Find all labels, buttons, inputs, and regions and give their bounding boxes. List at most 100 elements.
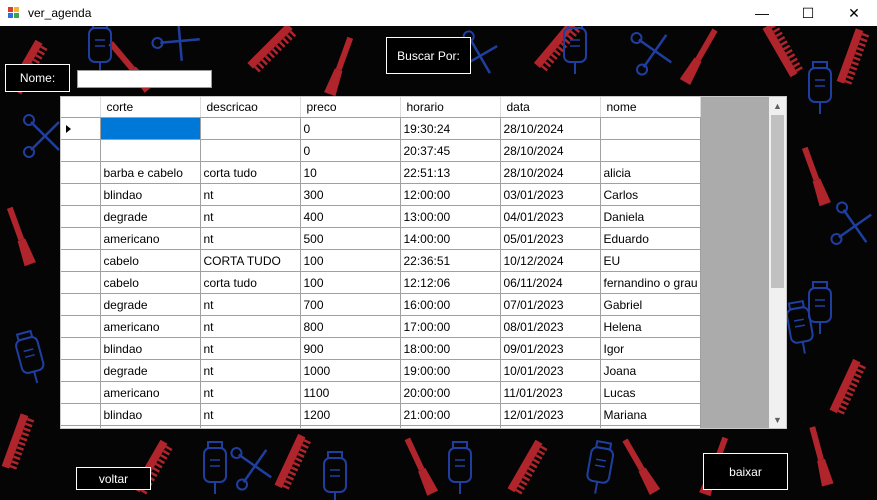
cell-nome[interactable]: fernandino o grau	[600, 271, 701, 294]
cell-horario[interactable]: 22:36:51	[400, 249, 501, 272]
cell-preco[interactable]: 1000	[300, 359, 401, 382]
cell-horario[interactable]: 16:00:00	[400, 293, 501, 316]
cell-data[interactable]: 08/01/2023	[500, 315, 601, 338]
scroll-down-icon[interactable]: ▼	[769, 411, 786, 428]
cell-descricao[interactable]: nt	[200, 359, 301, 382]
row-header[interactable]	[61, 161, 101, 184]
cell-horario[interactable]: 17:00:00	[400, 315, 501, 338]
cell-corte[interactable]: degrade	[100, 359, 201, 382]
cell-data[interactable]: 12/01/2023	[500, 403, 601, 426]
cell-horario[interactable]: 22:51:13	[400, 161, 501, 184]
cell-corte[interactable]: degrade	[100, 205, 201, 228]
cell-nome[interactable]: Igor	[600, 337, 701, 360]
cell-preco[interactable]: 10	[300, 161, 401, 184]
cell-corte[interactable]: blindao	[100, 403, 201, 426]
minimize-button[interactable]: —	[739, 0, 785, 26]
back-button[interactable]: voltar	[76, 467, 151, 490]
cell-preco[interactable]: 900	[300, 337, 401, 360]
table-row[interactable]: blindao nt 300 12:00:00 03/01/2023 Carlos	[61, 183, 701, 206]
cell-data[interactable]: 10/12/2024	[500, 249, 601, 272]
cell-data[interactable]: 06/11/2024	[500, 271, 601, 294]
cell-data[interactable]: 10/01/2023	[500, 359, 601, 382]
table-row[interactable]	[61, 425, 701, 428]
cell-corte[interactable]: americano	[100, 381, 201, 404]
cell-data[interactable]: 11/01/2023	[500, 381, 601, 404]
appointments-grid[interactable]: corte descricao preco horario data nome …	[60, 96, 787, 429]
cell-nome[interactable]: Gabriel	[600, 293, 701, 316]
cell-preco[interactable]: 400	[300, 205, 401, 228]
vertical-scrollbar[interactable]: ▲ ▼	[769, 97, 786, 428]
table-row[interactable]: degrade nt 1000 19:00:00 10/01/2023 Joana	[61, 359, 701, 382]
row-header[interactable]	[61, 403, 101, 426]
row-header[interactable]	[61, 315, 101, 338]
maximize-button[interactable]: ☐	[785, 0, 831, 26]
column-header-nome[interactable]: nome	[600, 97, 701, 118]
cell-horario[interactable]	[400, 425, 501, 428]
cell-descricao[interactable]: nt	[200, 183, 301, 206]
table-row[interactable]: degrade nt 700 16:00:00 07/01/2023 Gabriel	[61, 293, 701, 316]
cell-descricao[interactable]: nt	[200, 403, 301, 426]
column-header-descricao[interactable]: descricao	[200, 97, 301, 118]
cell-corte[interactable]	[100, 425, 201, 428]
cell-descricao[interactable]: corta tudo	[200, 161, 301, 184]
cell-preco[interactable]	[300, 425, 401, 428]
row-header[interactable]	[61, 205, 101, 228]
cell-nome[interactable]: EU	[600, 249, 701, 272]
table-row[interactable]: barba e cabelo corta tudo 10 22:51:13 28/10/…	[61, 161, 701, 184]
cell-data[interactable]: 28/10/2024	[500, 117, 601, 140]
cell-descricao[interactable]: nt	[200, 227, 301, 250]
cell-descricao[interactable]: nt	[200, 337, 301, 360]
cell-nome[interactable]	[600, 117, 701, 140]
cell-preco[interactable]: 500	[300, 227, 401, 250]
row-header[interactable]	[61, 183, 101, 206]
cell-nome[interactable]: Joana	[600, 359, 701, 382]
cell-data[interactable]: 28/10/2024	[500, 139, 601, 162]
column-header-data[interactable]: data	[500, 97, 601, 118]
row-header[interactable]	[61, 293, 101, 316]
cell-preco[interactable]: 700	[300, 293, 401, 316]
table-row[interactable]: degrade nt 400 13:00:00 04/01/2023 Daniela	[61, 205, 701, 228]
cell-nome[interactable]: Lucas	[600, 381, 701, 404]
cell-nome[interactable]	[600, 425, 701, 428]
cell-descricao[interactable]: nt	[200, 381, 301, 404]
cell-preco[interactable]: 0	[300, 139, 401, 162]
cell-corte[interactable]: barba e cabelo	[100, 161, 201, 184]
cell-descricao[interactable]: CORTA TUDO	[200, 249, 301, 272]
cell-nome[interactable]: Eduardo	[600, 227, 701, 250]
cell-data[interactable]	[500, 425, 601, 428]
cell-horario[interactable]: 20:37:45	[400, 139, 501, 162]
cell-horario[interactable]: 18:00:00	[400, 337, 501, 360]
cell-data[interactable]: 28/10/2024	[500, 161, 601, 184]
table-row[interactable]: americano nt 800 17:00:00 08/01/2023 Helena	[61, 315, 701, 338]
cell-corte[interactable]	[100, 139, 201, 162]
table-row[interactable]: blindao nt 900 18:00:00 09/01/2023 Igor	[61, 337, 701, 360]
table-row[interactable]: americano nt 1100 20:00:00 11/01/2023 Lucas	[61, 381, 701, 404]
cell-data[interactable]: 07/01/2023	[500, 293, 601, 316]
cell-preco[interactable]: 0	[300, 117, 401, 140]
table-row[interactable]: blindao nt 1200 21:00:00 12/01/2023 Mariana	[61, 403, 701, 426]
cell-horario[interactable]: 19:30:24	[400, 117, 501, 140]
close-button[interactable]: ✕	[831, 0, 877, 26]
cell-descricao[interactable]: nt	[200, 293, 301, 316]
cell-preco[interactable]: 300	[300, 183, 401, 206]
cell-descricao[interactable]: corta tudo	[200, 271, 301, 294]
cell-preco[interactable]: 100	[300, 249, 401, 272]
table-row[interactable]: cabelo corta tudo 100 12:12:06 06/11/2024 fer…	[61, 271, 701, 294]
cell-nome[interactable]: Mariana	[600, 403, 701, 426]
cell-nome[interactable]: alicia	[600, 161, 701, 184]
cell-data[interactable]: 03/01/2023	[500, 183, 601, 206]
column-header-preco[interactable]: preco	[300, 97, 401, 118]
cell-descricao[interactable]	[200, 117, 301, 140]
row-header[interactable]	[61, 381, 101, 404]
cell-data[interactable]: 09/01/2023	[500, 337, 601, 360]
cell-descricao[interactable]: nt	[200, 205, 301, 228]
cell-corte[interactable]: cabelo	[100, 249, 201, 272]
row-header[interactable]	[61, 425, 101, 428]
column-header-horario[interactable]: horario	[400, 97, 501, 118]
cell-data[interactable]: 04/01/2023	[500, 205, 601, 228]
cell-horario[interactable]: 21:00:00	[400, 403, 501, 426]
cell-preco[interactable]: 1200	[300, 403, 401, 426]
cell-preco[interactable]: 100	[300, 271, 401, 294]
column-header-corte[interactable]: corte	[100, 97, 201, 118]
row-header[interactable]	[61, 271, 101, 294]
